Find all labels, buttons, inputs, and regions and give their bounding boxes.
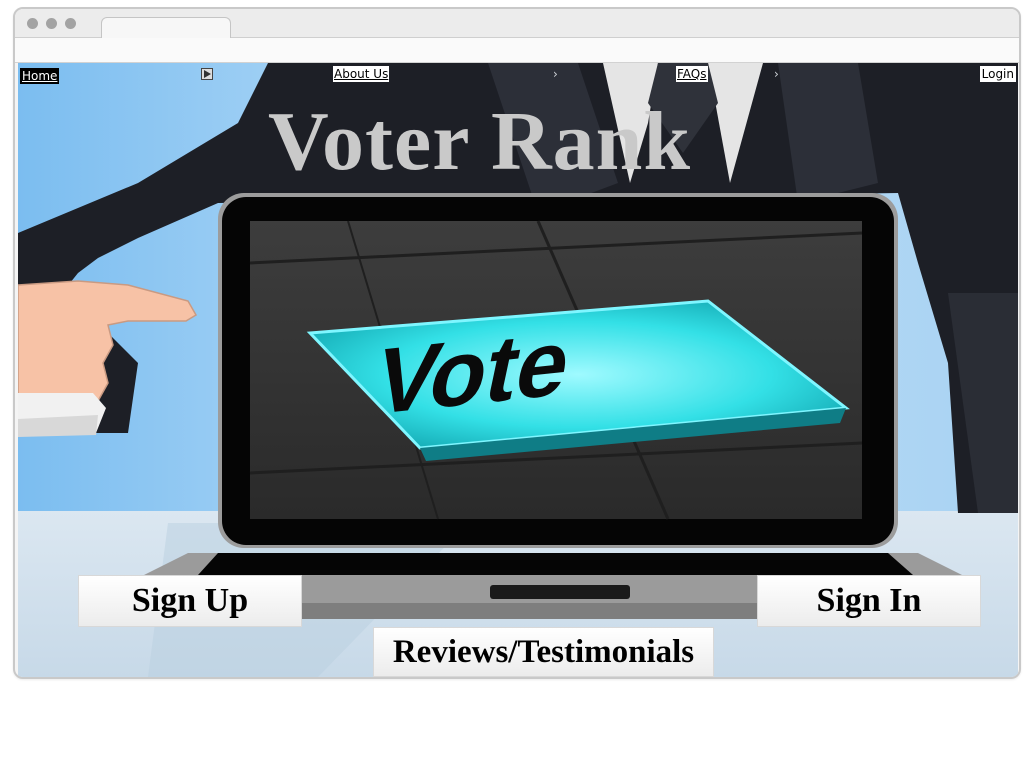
play-icon[interactable]: [201, 68, 213, 80]
address-bar[interactable]: [15, 38, 1019, 63]
sign-up-button[interactable]: Sign Up: [78, 575, 302, 627]
browser-tab[interactable]: [101, 17, 231, 38]
window-minimize-dot[interactable]: [46, 18, 57, 29]
nav-about-link[interactable]: About Us: [333, 66, 390, 82]
page-viewport: Vote Home About Us › FAQs › Login Voter …: [18, 63, 1018, 677]
reviews-testimonials-button[interactable]: Reviews/Testimonials: [373, 627, 714, 677]
browser-titlebar: [15, 9, 1019, 38]
nav-login-link[interactable]: Login: [979, 66, 1016, 82]
nav-faqs-link[interactable]: FAQs: [676, 66, 708, 82]
chevron-right-icon: ›: [774, 67, 779, 81]
chevron-right-icon: ›: [553, 67, 558, 81]
window-maximize-dot[interactable]: [65, 18, 76, 29]
sign-in-button[interactable]: Sign In: [757, 575, 981, 627]
site-title: Voter Rank: [268, 95, 692, 188]
window-close-dot[interactable]: [27, 18, 38, 29]
browser-window: Vote Home About Us › FAQs › Login Voter …: [13, 7, 1021, 679]
nav-home-link[interactable]: Home: [20, 68, 60, 84]
